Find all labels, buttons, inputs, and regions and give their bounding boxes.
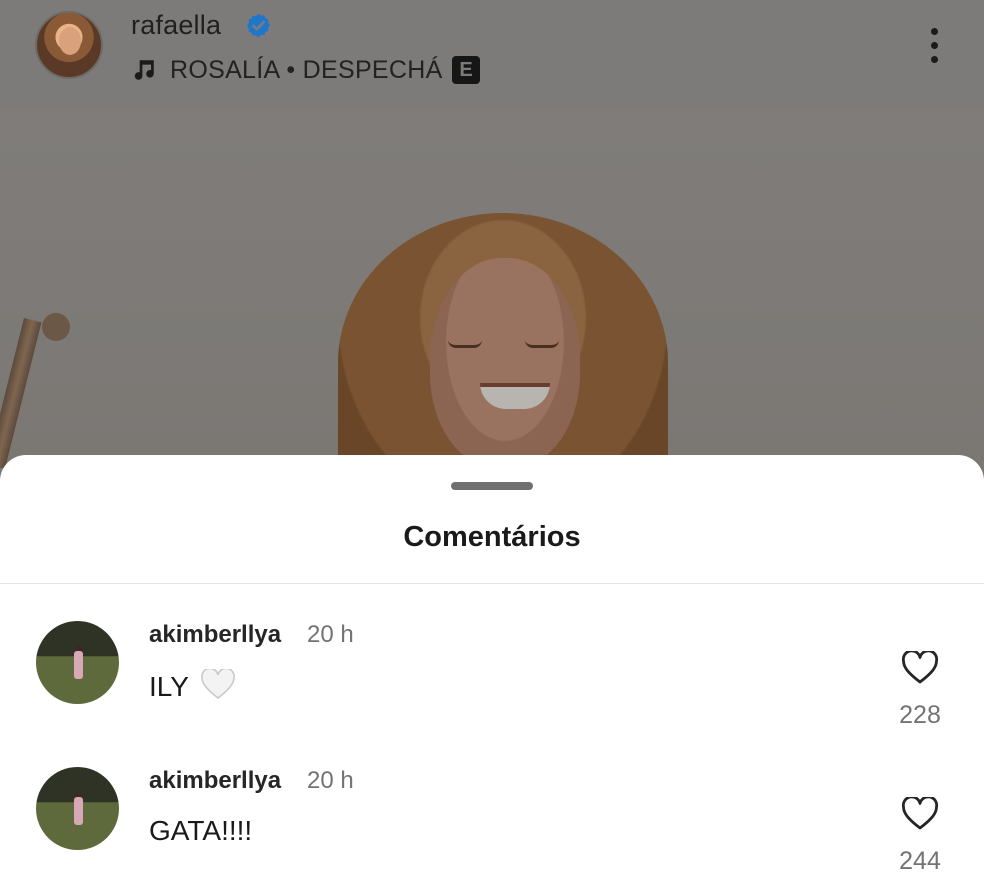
music-note-icon bbox=[134, 60, 154, 80]
commenter-avatar[interactable] bbox=[36, 621, 119, 704]
comment-item: akimberllya 20 h ILY 228 bbox=[0, 621, 984, 751]
explicit-badge: E bbox=[452, 56, 480, 84]
comment-username[interactable]: akimberllya bbox=[149, 621, 281, 649]
song-title[interactable]: ROSALÍA • DESPECHÁ bbox=[170, 56, 443, 85]
like-count: 244 bbox=[899, 847, 941, 875]
comments-sheet: Comentários akimberllya 20 h ILY 228 aki… bbox=[0, 455, 984, 884]
drag-handle[interactable] bbox=[451, 482, 533, 490]
comment-username[interactable]: akimberllya bbox=[149, 767, 281, 795]
comment-time: 20 h bbox=[307, 767, 354, 794]
comment-text: GATA!!!! bbox=[149, 815, 253, 846]
comment-text: ILY bbox=[149, 669, 236, 703]
like-heart-icon[interactable] bbox=[901, 651, 939, 685]
post-username[interactable]: rafaella bbox=[131, 10, 221, 41]
commenter-avatar[interactable] bbox=[36, 767, 119, 850]
comment-item: akimberllya 20 h GATA!!!! 244 bbox=[0, 767, 984, 884]
post-header: rafaella ROSALÍA • DESPECHÁ E bbox=[0, 0, 984, 108]
post-author-avatar[interactable] bbox=[35, 11, 103, 79]
sheet-title: Comentários bbox=[403, 521, 581, 553]
like-count: 228 bbox=[899, 701, 941, 729]
post-photo bbox=[0, 108, 984, 468]
divider bbox=[0, 583, 984, 584]
verified-badge-icon bbox=[247, 13, 270, 38]
like-heart-icon[interactable] bbox=[901, 797, 939, 831]
comment-text-content: ILY bbox=[149, 671, 189, 702]
white-heart-icon bbox=[201, 669, 236, 700]
more-options-icon[interactable] bbox=[924, 28, 944, 68]
comment-time: 20 h bbox=[307, 621, 354, 648]
